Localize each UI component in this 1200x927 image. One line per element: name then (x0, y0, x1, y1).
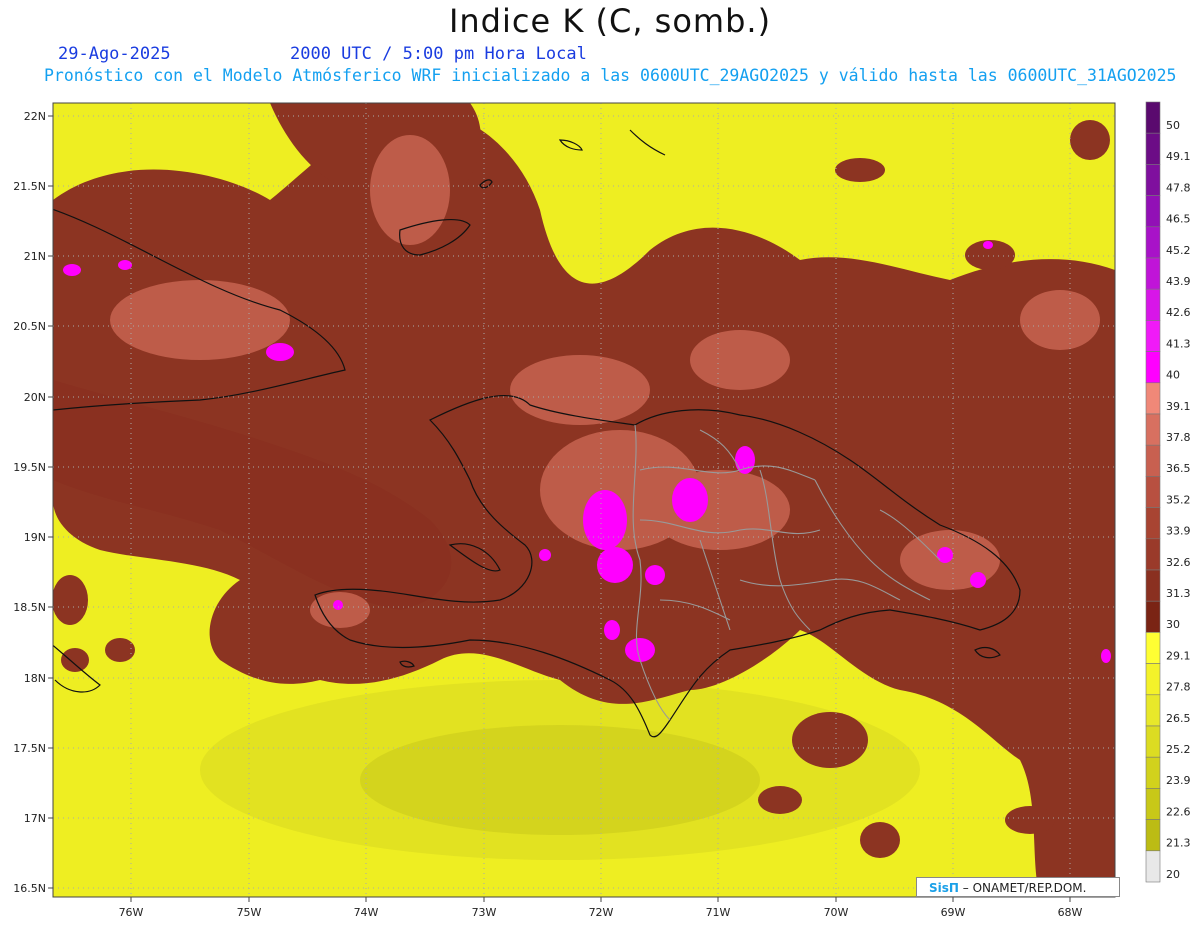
colorbar-label: 42.6 (1166, 306, 1191, 319)
lat-label: 21N (24, 250, 46, 263)
credit-text: – ONAMET/REP.DOM. (958, 881, 1087, 895)
colorbar-swatch (1145, 444, 1161, 477)
colorbar-label: 32.6 (1166, 556, 1191, 569)
colorbar-swatch (1145, 507, 1161, 540)
colorbar-label: 39.1 (1166, 400, 1191, 413)
colorbar-swatch (1145, 569, 1161, 602)
lat-label: 18.5N (13, 601, 46, 614)
colorbar-label: 36.5 (1166, 462, 1191, 475)
map-field (53, 103, 1115, 897)
colorbar-label: 46.5 (1166, 213, 1191, 226)
colorbar-label: 25.2 (1166, 743, 1191, 756)
colorbar-swatch (1145, 663, 1161, 696)
colorbar: 50 49.1 47.8 46.5 45.2 43.9 42.6 41.3 40 39.1 37.8… (1145, 101, 1191, 883)
colorbar-label: 49.1 (1166, 150, 1191, 163)
colorbar-swatch (1145, 101, 1161, 134)
colorbar-label: 50 (1166, 119, 1180, 132)
colorbar-swatch (1145, 195, 1161, 228)
colorbar-label: 35.2 (1166, 493, 1191, 506)
latitude-axis: 22N 21.5N 21N 20.5N 20N 19.5N 19N 18.5N … (13, 110, 53, 895)
colorbar-swatch (1145, 756, 1161, 789)
colorbar-swatch (1145, 819, 1161, 852)
colorbar-label: 22.6 (1166, 805, 1191, 818)
colorbar-label: 41.3 (1166, 337, 1191, 350)
credit-box: SisΠ – ONAMET/REP.DOM. (916, 877, 1120, 897)
lat-label: 16.5N (13, 882, 46, 895)
colorbar-swatch (1145, 164, 1161, 196)
colorbar-label: 26.5 (1166, 712, 1191, 725)
lat-label: 19.5N (13, 461, 46, 474)
colorbar-swatch (1145, 351, 1161, 384)
lat-label: 22N (24, 110, 46, 123)
lon-label: 72W (589, 906, 614, 919)
colorbar-label: 45.2 (1166, 244, 1191, 257)
lat-label: 21.5N (13, 180, 46, 193)
lon-label: 76W (119, 906, 144, 919)
colorbar-swatch (1145, 413, 1161, 446)
lat-label: 20.5N (13, 320, 46, 333)
colorbar-swatch (1145, 226, 1161, 259)
k-index-map: 22N 21.5N 21N 20.5N 20N 19.5N 19N 18.5N … (13, 101, 1191, 919)
lat-label: 17.5N (13, 742, 46, 755)
colorbar-label: 37.8 (1166, 431, 1191, 444)
lon-label: 69W (941, 906, 966, 919)
lon-label: 70W (824, 906, 849, 919)
colorbar-label: 21.3 (1166, 837, 1191, 850)
colorbar-label: 31.3 (1166, 587, 1191, 600)
lon-label: 74W (354, 906, 379, 919)
colorbar-swatch (1145, 694, 1161, 727)
colorbar-swatch (1145, 850, 1161, 883)
colorbar-swatch (1145, 257, 1161, 290)
colorbar-label: 27.8 (1166, 681, 1191, 694)
sispi-logo-text: SisΠ (929, 881, 959, 895)
lon-label: 75W (237, 906, 262, 919)
colorbar-swatch (1145, 632, 1161, 664)
lon-label: 68W (1058, 906, 1083, 919)
lat-label: 19N (24, 531, 46, 544)
colorbar-label: 43.9 (1166, 275, 1191, 288)
colorbar-swatch (1145, 600, 1161, 633)
colorbar-swatch (1145, 132, 1161, 165)
lon-label: 71W (706, 906, 731, 919)
colorbar-label: 23.9 (1166, 774, 1191, 787)
longitude-axis: 76W 75W 74W 73W 72W 71W 70W 69W 68W (119, 897, 1083, 919)
colorbar-swatch (1145, 288, 1161, 321)
colorbar-swatch (1145, 788, 1161, 820)
lat-label: 20N (24, 391, 46, 404)
colorbar-label: 47.8 (1166, 181, 1191, 194)
colorbar-swatch (1145, 382, 1161, 415)
colorbar-label: 30 (1166, 618, 1180, 631)
colorbar-swatch (1145, 476, 1161, 508)
colorbar-swatch (1145, 538, 1161, 571)
colorbar-swatch (1145, 725, 1161, 758)
lat-label: 18N (24, 672, 46, 685)
lat-label: 17N (24, 812, 46, 825)
colorbar-swatch (1145, 320, 1161, 352)
colorbar-label: 29.1 (1166, 649, 1191, 662)
colorbar-label: 40 (1166, 369, 1180, 382)
lon-label: 73W (472, 906, 497, 919)
colorbar-label: 33.9 (1166, 525, 1191, 538)
colorbar-label: 20 (1166, 868, 1180, 881)
